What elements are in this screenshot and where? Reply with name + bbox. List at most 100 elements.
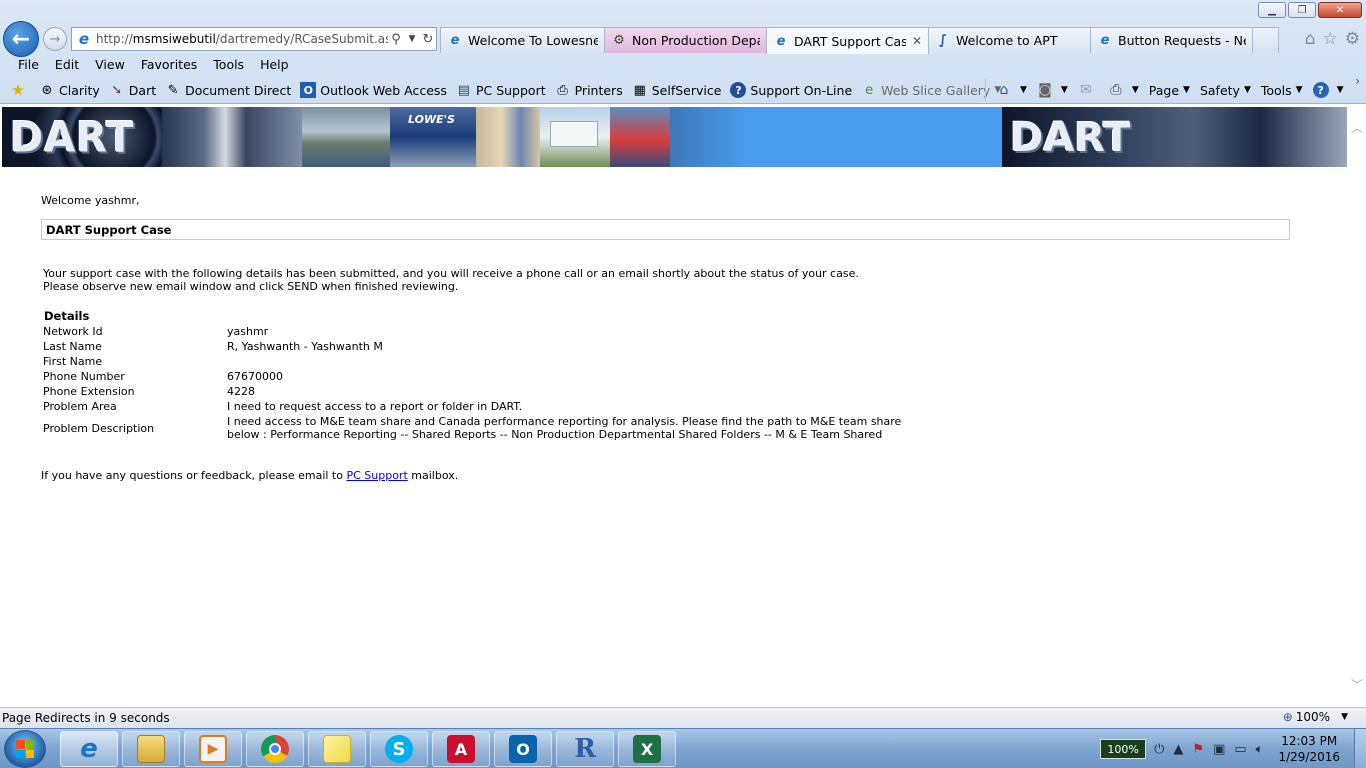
acrobat-icon: A	[447, 735, 475, 763]
tools-menu[interactable]: Tools ▼	[1261, 83, 1303, 98]
address-bar[interactable]: e http://msmsiwebutil/dartremedy/RCaseSu…	[71, 27, 437, 51]
fav-support-online[interactable]: ? Support On-Line	[730, 82, 852, 98]
printer-icon: ⎙	[557, 82, 568, 98]
taskbar-sticky-notes[interactable]	[308, 731, 366, 767]
print-button[interactable]: ⎙ ▼	[1108, 82, 1139, 98]
menu-help[interactable]: Help	[252, 56, 297, 76]
url-path: /dartremedy/RCaseSubmit.asp	[215, 32, 388, 46]
search-icon[interactable]: ⚲	[388, 32, 404, 47]
ie-icon: e	[776, 33, 786, 49]
battery-indicator[interactable]: 100%	[1100, 739, 1147, 759]
tab-lowesnet[interactable]: e Welcome To Lowesnet	[440, 27, 605, 53]
detail-row-first-name: First Name	[43, 355, 943, 368]
gear-icon[interactable]: ⚙	[1345, 29, 1360, 49]
detail-value: yashmr	[227, 325, 269, 338]
clock-time: 12:03 PM	[1281, 734, 1338, 748]
taskbar-r[interactable]: R	[556, 731, 614, 767]
chevron-right-icon[interactable]: ›	[1355, 74, 1360, 88]
rss-feed-icon: ◙	[1038, 82, 1052, 98]
clock[interactable]: 12:03 PM 1/29/2016	[1278, 733, 1340, 765]
menu-favorites[interactable]: Favorites	[133, 56, 205, 76]
detail-key: First Name	[43, 355, 103, 368]
new-tab-button[interactable]	[1252, 27, 1279, 53]
start-button[interactable]	[4, 730, 46, 768]
menu-tools[interactable]: Tools	[205, 56, 252, 76]
chrome-icon	[261, 735, 289, 763]
back-arrow-icon: ←	[11, 26, 31, 52]
home-button[interactable]: ⌂ ▼	[996, 82, 1027, 98]
device-icon[interactable]: ▣	[1213, 742, 1225, 757]
help-menu[interactable]: ? ▼	[1312, 82, 1344, 98]
ie-icon: e	[450, 33, 460, 48]
taskbar-chrome[interactable]	[246, 731, 304, 767]
restore-button[interactable]: ❐	[1288, 2, 1316, 18]
dropdown-arrow-icon[interactable]: ▼	[404, 34, 420, 44]
menu-edit[interactable]: Edit	[47, 56, 87, 76]
tab-dart-support-case[interactable]: e DART Support Case ✕	[766, 27, 929, 54]
windows-logo-icon	[16, 740, 34, 758]
taskbar-outlook[interactable]: O	[494, 731, 552, 767]
detail-row-last-name: Last Name R, Yashwanth - Yashwanth M	[43, 340, 943, 353]
tab-label: Non Production Depart...	[632, 33, 760, 48]
detail-value: 67670000	[227, 370, 283, 383]
minimize-button[interactable]: ▁	[1258, 2, 1286, 18]
taskbar-acrobat[interactable]: A	[432, 731, 490, 767]
footer-text-end: mailbox.	[407, 469, 459, 482]
show-hidden-icons-icon[interactable]: ▲	[1173, 742, 1183, 757]
scroll-up-icon[interactable]: ︿	[1351, 119, 1363, 136]
message-line-1: Your support case with the following det…	[43, 267, 859, 280]
zoom-control[interactable]: ⊕ 100% ▼	[1283, 710, 1348, 724]
network-icon[interactable]: ▭	[1234, 742, 1246, 757]
menu-view[interactable]: View	[87, 56, 133, 76]
show-desktop-button[interactable]	[1354, 729, 1366, 768]
pc-support-icon: ▤	[457, 82, 471, 98]
action-center-icon[interactable]: ⚑	[1192, 742, 1204, 757]
menu-bar: File Edit View Favorites Tools Help	[10, 56, 297, 76]
taskbar-excel[interactable]: X	[618, 731, 676, 767]
home-icon[interactable]: ⌂	[1305, 29, 1316, 49]
read-mail-button[interactable]: ✉	[1078, 82, 1098, 98]
menu-file[interactable]: File	[10, 56, 47, 76]
fav-selfservice[interactable]: ▦ SelfService	[632, 82, 722, 98]
tab-non-production[interactable]: ⚙ Non Production Depart...	[604, 27, 767, 53]
tab-strip: e Welcome To Lowesnet ⚙ Non Production D…	[440, 27, 1279, 54]
forward-button[interactable]: →	[43, 27, 67, 51]
fav-document-direct[interactable]: ✎ Document Direct	[165, 82, 292, 98]
address-url[interactable]: http://msmsiwebutil/dartremedy/RCaseSubm…	[96, 32, 388, 46]
tab-button-requests[interactable]: e Button Requests - New ...	[1090, 27, 1253, 53]
fav-clarity[interactable]: ⊛ Clarity	[39, 82, 100, 98]
footer-text: If you have any questions or feedback, p…	[41, 469, 347, 482]
feeds-button[interactable]: ◙ ▼	[1037, 82, 1068, 98]
fav-outlook-web-access[interactable]: O Outlook Web Access	[300, 82, 447, 98]
chevron-down-icon: ▼	[1060, 85, 1068, 95]
back-button[interactable]: ←	[3, 21, 39, 57]
system-tray: 100% ⏻ ▲ ⚑ ▣ ▭ 🔈︎ 12:03 PM 1/29/2016	[1100, 729, 1366, 768]
close-window-button[interactable]: ✕	[1318, 2, 1362, 18]
tab-apt[interactable]: ∫ Welcome to APT	[928, 27, 1091, 53]
refresh-icon[interactable]: ↻	[420, 32, 436, 47]
volume-icon[interactable]: 🔈︎	[1256, 742, 1264, 757]
fav-web-slice-gallery[interactable]: e Web Slice Gallery ▼	[861, 82, 1001, 98]
help-icon: ?	[1312, 82, 1329, 98]
favorites-star-icon[interactable]: ☆	[1323, 29, 1338, 49]
page-menu[interactable]: Page ▼	[1149, 83, 1190, 98]
taskbar-media-player[interactable]: ▶	[184, 731, 242, 767]
fav-label: Support On-Line	[750, 82, 853, 98]
chevron-down-icon: ▼	[1131, 85, 1139, 95]
scroll-down-icon[interactable]: ﹀	[1351, 676, 1363, 693]
fav-label: PC Support	[475, 82, 546, 98]
favorites-star-button[interactable]: ★	[10, 81, 30, 99]
taskbar-skype[interactable]: S	[370, 731, 428, 767]
taskbar-file-explorer[interactable]	[122, 731, 180, 767]
safety-menu[interactable]: Safety ▼	[1200, 83, 1251, 98]
taskbar-internet-explorer[interactable]: e	[60, 731, 118, 767]
fav-pc-support[interactable]: ▤ PC Support	[456, 82, 546, 98]
fav-dart[interactable]: ➘ Dart	[109, 82, 156, 98]
vertical-scrollbar[interactable]: ︿ ﹀	[1348, 105, 1366, 707]
tab-close-icon[interactable]: ✕	[912, 34, 922, 48]
power-plug-icon[interactable]: ⏻	[1154, 742, 1164, 757]
pc-support-link[interactable]: PC Support	[346, 469, 407, 482]
tab-label: Welcome To Lowesnet	[468, 33, 598, 48]
fav-printers[interactable]: ⎙ Printers	[555, 82, 622, 98]
fav-label: SelfService	[651, 82, 722, 98]
